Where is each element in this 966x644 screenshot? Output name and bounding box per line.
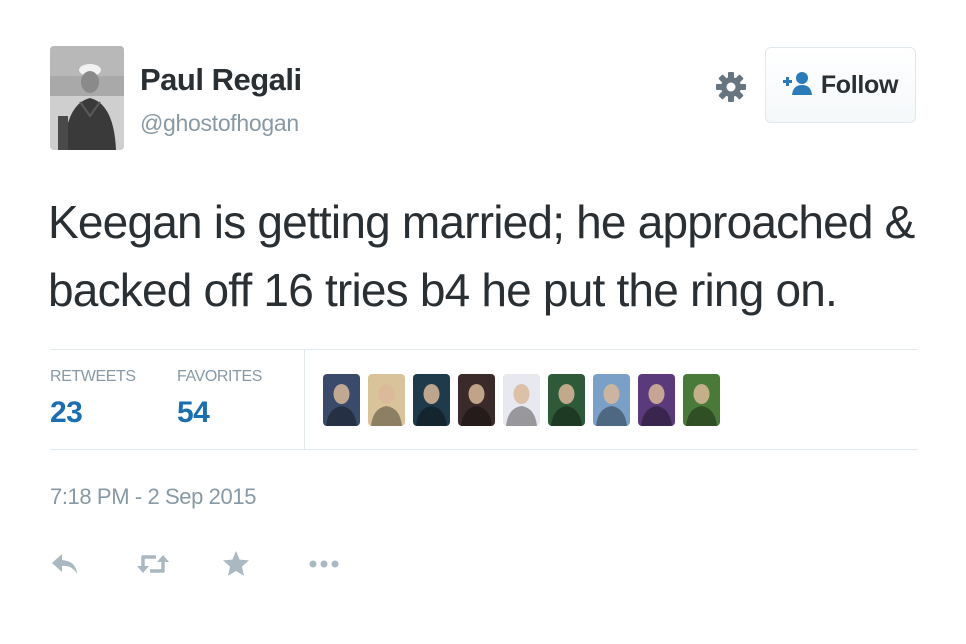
author-avatar[interactable]	[50, 46, 124, 150]
divider	[50, 449, 918, 450]
author-name[interactable]: Paul Regali	[140, 62, 302, 98]
tweet-text-line: backed off 16 tries b4 he put the ring o…	[48, 264, 838, 316]
add-user-icon	[782, 71, 813, 100]
tweet-card: Paul Regali @ghostofhogan Follow Keegan …	[0, 0, 966, 644]
reply-icon[interactable]	[50, 546, 136, 582]
follow-label: Follow	[820, 70, 899, 99]
retweet-icon[interactable]	[136, 546, 222, 582]
user-avatar-6[interactable]	[548, 374, 585, 426]
favorite-star-icon[interactable]	[222, 546, 308, 582]
favorites-label: FAVORITES	[177, 368, 263, 385]
tweet-text-line: Keegan is getting married; he approached…	[48, 196, 915, 248]
tweet-actions	[50, 546, 394, 582]
user-avatar-2[interactable]	[368, 374, 405, 426]
gear-icon[interactable]	[714, 70, 748, 104]
more-icon[interactable]	[308, 546, 394, 582]
retweets-label: RETWEETS	[50, 368, 136, 385]
favorited-by-avatars	[323, 374, 720, 426]
user-avatar-5[interactable]	[503, 374, 540, 426]
tweet-timestamp[interactable]: 7:18 PM - 2 Sep 2015	[50, 484, 256, 510]
user-avatar-1[interactable]	[323, 374, 360, 426]
user-avatar-4[interactable]	[458, 374, 495, 426]
author-handle[interactable]: @ghostofhogan	[140, 110, 299, 137]
favorites-count: 54	[177, 396, 210, 429]
user-avatar-9[interactable]	[683, 374, 720, 426]
user-avatar-8[interactable]	[638, 374, 675, 426]
user-avatar-3[interactable]	[413, 374, 450, 426]
tweet-text: Keegan is getting married; he approached…	[48, 188, 928, 324]
retweets-stat[interactable]: RETWEETS 23	[50, 368, 136, 430]
user-avatar-7[interactable]	[593, 374, 630, 426]
divider	[50, 349, 918, 350]
follow-button[interactable]: Follow	[765, 47, 916, 123]
divider	[304, 350, 305, 449]
retweets-count: 23	[50, 396, 83, 429]
favorites-stat[interactable]: FAVORITES 54	[177, 368, 262, 430]
